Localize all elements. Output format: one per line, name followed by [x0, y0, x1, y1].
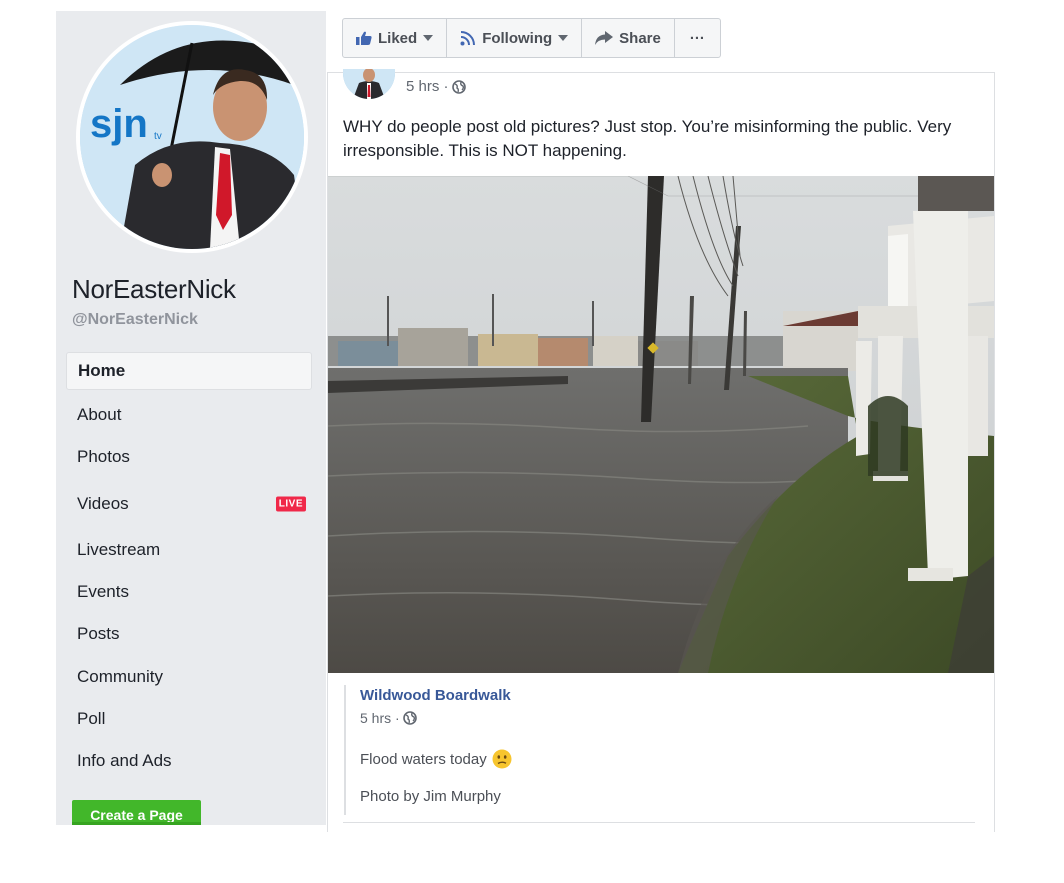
- shared-page-link[interactable]: Wildwood Boardwalk: [360, 687, 511, 704]
- create-page-button[interactable]: Create a Page: [72, 800, 201, 825]
- post-timestamp[interactable]: 5 hrs ·: [406, 78, 466, 95]
- globe-icon: [402, 711, 417, 725]
- feed-post: 5 hrs · WHY do people post old pictures?…: [327, 69, 995, 832]
- nav-label: Home: [78, 361, 126, 380]
- page-handle[interactable]: @NorEasterNick: [72, 311, 198, 329]
- page-nav: Home About Photos Videos LIVE Livestream…: [66, 352, 312, 782]
- nav-label: Posts: [77, 624, 120, 644]
- flood-street-photo[interactable]: [328, 176, 994, 673]
- following-label: Following: [482, 29, 553, 47]
- profile-photo-art: sjn tv: [80, 25, 304, 249]
- nav-label: Community: [77, 666, 163, 686]
- post-message: WHY do people post old pictures? Just st…: [343, 117, 952, 160]
- confused-face-emoji-icon: [492, 749, 512, 769]
- thumbs-up-icon: [356, 31, 372, 45]
- following-button[interactable]: Following: [447, 19, 583, 57]
- nav-label: Poll: [77, 708, 106, 728]
- share-label: Share: [619, 29, 661, 47]
- globe-icon: [451, 79, 466, 94]
- nav-label: About: [77, 405, 122, 425]
- shared-message-text: Flood waters today: [360, 750, 487, 768]
- page-title[interactable]: NorEasterNick: [72, 274, 236, 305]
- caret-down-icon: [423, 35, 434, 41]
- rss-icon: [460, 31, 476, 46]
- more-options-button[interactable]: ···: [675, 19, 720, 57]
- share-button[interactable]: Share: [582, 19, 675, 57]
- post-author-avatar[interactable]: [343, 69, 395, 99]
- nav-item-events[interactable]: Events: [66, 571, 312, 613]
- nav-item-videos[interactable]: Videos LIVE: [66, 479, 312, 529]
- nav-item-photos[interactable]: Photos: [66, 436, 312, 478]
- more-icon: ···: [689, 29, 705, 47]
- shared-post: Wildwood Boardwalk 5 hrs · Flood waters …: [344, 685, 976, 815]
- nav-label: Photos: [77, 447, 130, 467]
- post-author-photo: [343, 69, 395, 99]
- nav-label: Livestream: [77, 539, 161, 559]
- page-action-bar: Liked Following Share ···: [342, 18, 721, 58]
- liked-button[interactable]: Liked: [343, 19, 448, 57]
- nav-label: Videos: [77, 493, 129, 513]
- live-badge: LIVE: [275, 496, 306, 512]
- post-time-text: 5 hrs ·: [406, 78, 449, 95]
- shared-timestamp[interactable]: 5 hrs ·: [360, 710, 417, 726]
- liked-label: Liked: [378, 29, 418, 47]
- caret-down-icon: [558, 35, 569, 41]
- post-divider: [343, 822, 975, 823]
- nav-item-home[interactable]: Home: [66, 352, 312, 390]
- shared-time-text: 5 hrs ·: [360, 710, 400, 726]
- shared-message: Flood waters today: [360, 749, 512, 769]
- sjn-logo-subtext: tv: [154, 131, 162, 142]
- nav-item-about[interactable]: About: [66, 394, 312, 436]
- nav-item-livestream[interactable]: Livestream: [66, 529, 312, 571]
- sjn-logo-text: sjn: [90, 102, 148, 146]
- nav-label: Events: [77, 582, 129, 602]
- nav-item-posts[interactable]: Posts: [66, 613, 312, 655]
- page-sidebar: sjn tv NorEasterNick @NorEasterNick Home…: [56, 11, 326, 825]
- nav-item-community[interactable]: Community: [66, 655, 312, 697]
- nav-label: Info and Ads: [77, 751, 172, 771]
- nav-item-poll[interactable]: Poll: [66, 698, 312, 740]
- profile-picture[interactable]: sjn tv: [76, 21, 308, 253]
- photo-credit: Photo by Jim Murphy: [360, 788, 501, 805]
- share-arrow-icon: [595, 31, 614, 45]
- nav-item-info-and-ads[interactable]: Info and Ads: [66, 740, 312, 782]
